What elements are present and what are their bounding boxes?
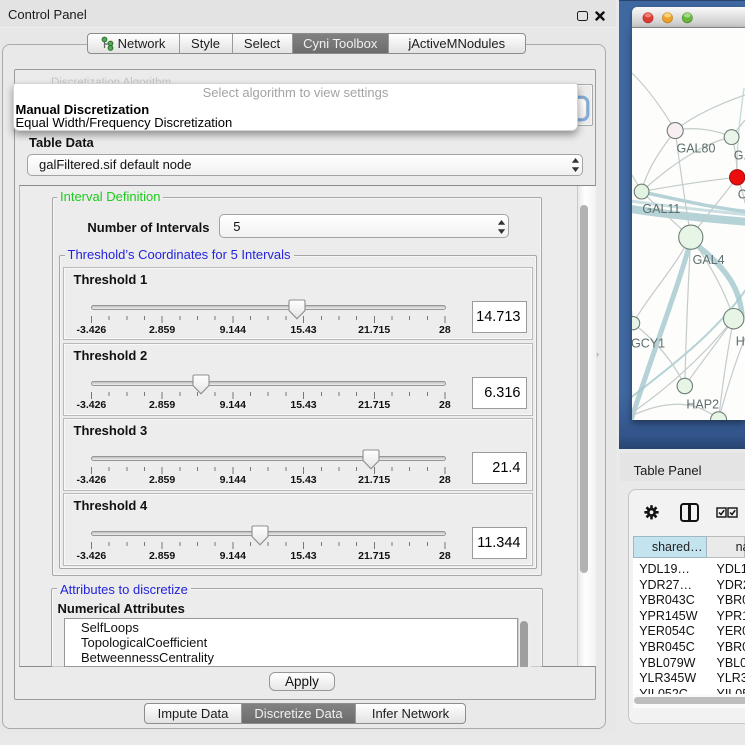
- svg-text:GAL80: GAL80: [676, 142, 715, 156]
- svg-text:GAL11: GAL11: [642, 202, 680, 216]
- svg-text:GCY1: GCY1: [632, 337, 665, 351]
- svg-text:H: H: [736, 335, 745, 349]
- svg-text:GAL4: GAL4: [693, 253, 725, 267]
- svg-text:HAP2: HAP2: [686, 398, 719, 412]
- svg-text:C: C: [738, 188, 745, 202]
- svg-text:G.: G.: [734, 149, 745, 163]
